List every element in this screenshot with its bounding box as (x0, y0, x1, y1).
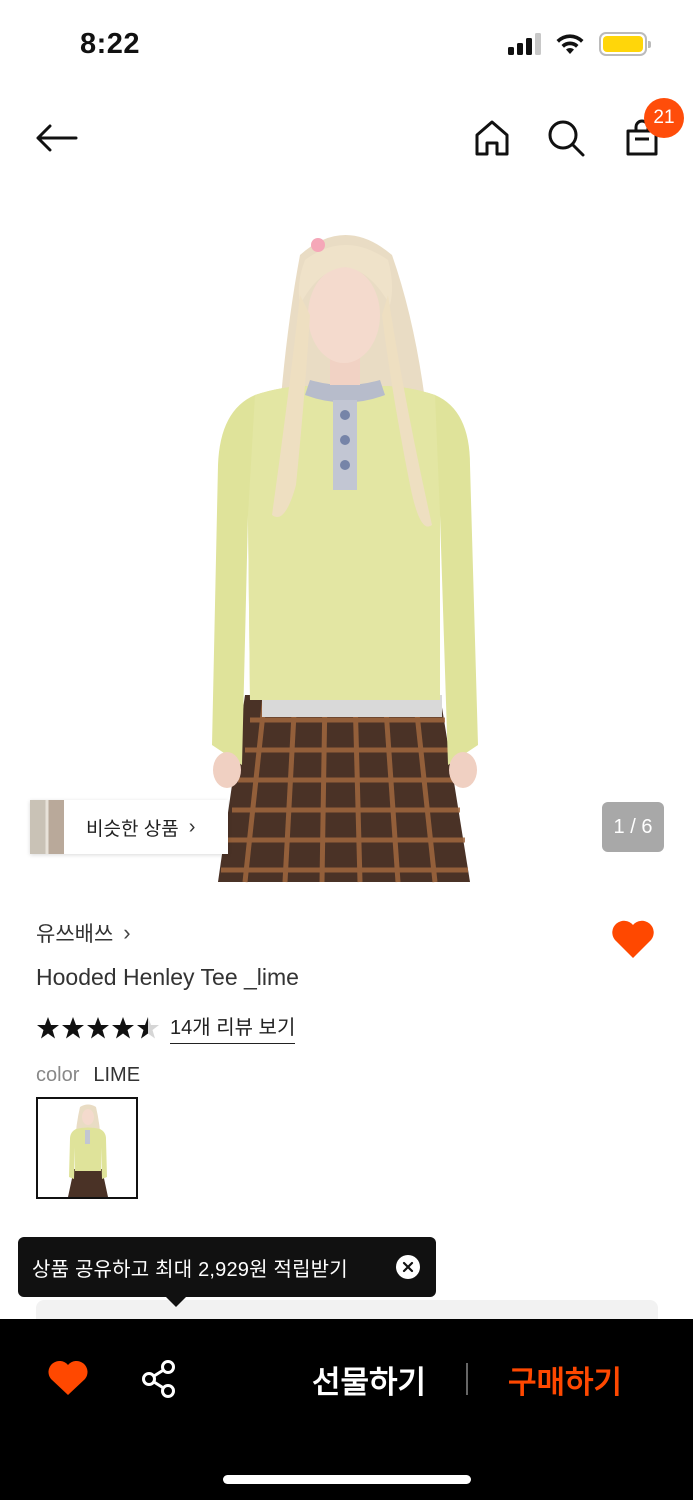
battery-icon (599, 32, 651, 56)
reviews-link[interactable]: 14개 리뷰 보기 (170, 1011, 296, 1044)
status-time: 8:22 (80, 28, 141, 60)
search-icon (548, 120, 585, 157)
star-icon (87, 1016, 109, 1038)
share-icon[interactable] (140, 1359, 178, 1399)
cart-count-badge: 21 (644, 98, 684, 138)
image-page-indicator: 1 / 6 (602, 802, 664, 852)
color-label: color (36, 1064, 80, 1086)
gift-button[interactable]: 선물하기 (300, 1357, 438, 1401)
color-option-lime[interactable] (36, 1097, 138, 1199)
wifi-icon (556, 34, 584, 54)
like-heart-icon[interactable] (47, 1359, 89, 1397)
color-row: color LIME (36, 1064, 140, 1087)
similar-products-thumbnail (30, 800, 64, 854)
star-icon (37, 1016, 59, 1038)
share-reward-text: 상품 공유하고 최대 2,929원 적립받기 (32, 1258, 348, 1281)
top-nav-bar: 21 (0, 98, 693, 176)
brand-name: 유쓰배쓰 (36, 923, 114, 946)
color-value: LIME (93, 1064, 141, 1086)
cart-button[interactable]: 21 (614, 98, 684, 166)
star-icon (62, 1016, 84, 1038)
brand-link[interactable]: 유쓰배쓰 › (36, 918, 131, 948)
product-photo (212, 235, 478, 883)
action-divider (466, 1363, 468, 1395)
home-icon (475, 120, 509, 156)
rating-row: 14개 리뷰 보기 (36, 1011, 296, 1044)
wishlist-heart-icon[interactable] (610, 918, 656, 960)
bottom-action-bar: 선물하기 구매하기 (0, 1319, 693, 1500)
back-button[interactable] (28, 110, 84, 166)
back-arrow-icon (36, 124, 78, 152)
signal-icon (508, 33, 541, 55)
half-star-icon (137, 1016, 159, 1038)
close-icon (402, 1261, 414, 1273)
star-icon (112, 1016, 134, 1038)
status-icons (508, 32, 651, 56)
search-button[interactable] (538, 110, 594, 166)
battery-level (603, 36, 643, 52)
home-indicator[interactable] (223, 1475, 471, 1484)
similar-products-button[interactable]: 비슷한 상품 › (30, 800, 228, 854)
chevron-right-icon: › (123, 920, 131, 945)
buy-button[interactable]: 구매하기 (496, 1357, 634, 1401)
color-option-thumbnail (68, 1104, 108, 1197)
similar-products-label: 비슷한 상품 (86, 818, 179, 840)
status-bar: 8:22 (0, 0, 693, 90)
product-title: Hooded Henley Tee _lime (36, 964, 299, 990)
rating-stars (36, 1016, 160, 1040)
share-reward-tooltip: 상품 공유하고 최대 2,929원 적립받기 (18, 1237, 436, 1307)
product-image-gallery[interactable]: 비슷한 상품 › 1 / 6 (0, 185, 693, 885)
chevron-right-icon: › (188, 815, 196, 838)
tooltip-close-button[interactable] (396, 1255, 420, 1279)
home-button[interactable] (464, 110, 520, 166)
